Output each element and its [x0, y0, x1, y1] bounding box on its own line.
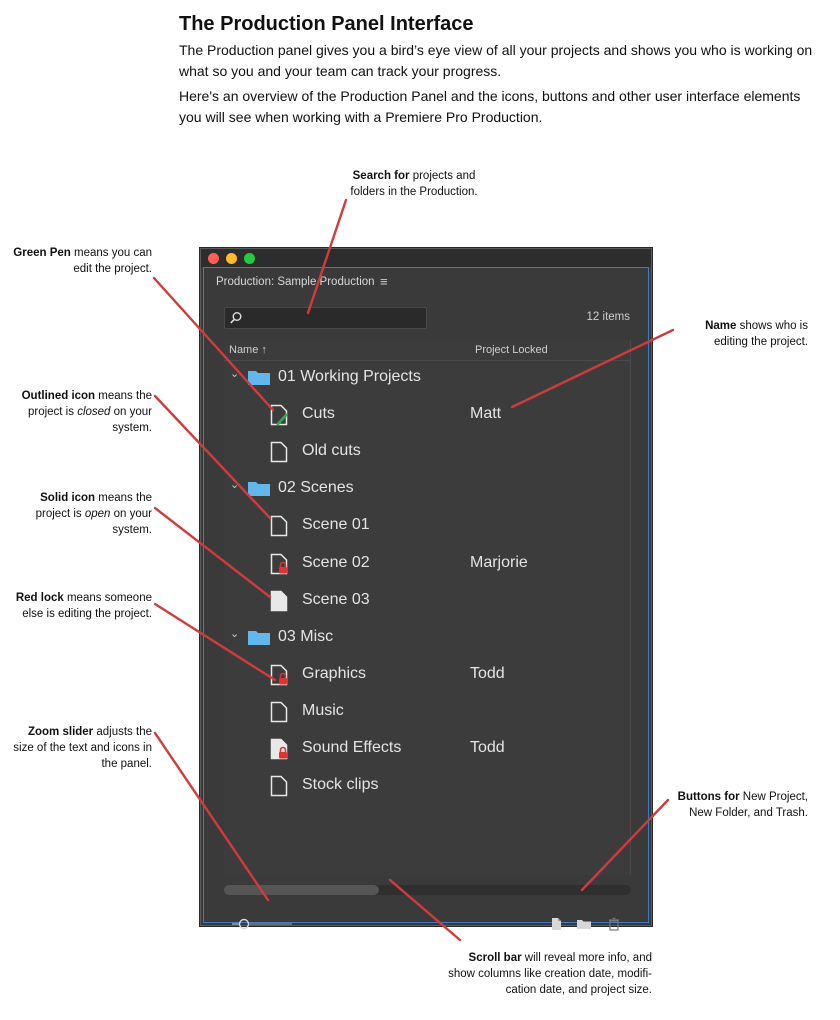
callout-buttons: Buttons for New Project, New Folder, and…: [677, 791, 808, 819]
overview-paragraph: Here's an overview of the Production Pan…: [179, 88, 801, 125]
window-titlebar: [201, 249, 651, 267]
new-folder-icon[interactable]: [576, 916, 592, 932]
outlined-locked-file-icon: [270, 664, 288, 686]
project-label: Old cuts: [302, 442, 361, 460]
production-panel-window: Production: Sample Production ≡ 12 items…: [200, 248, 652, 931]
scrollbar-thumb[interactable]: [224, 885, 379, 895]
panel-title: Production: Sample Production: [216, 276, 375, 288]
locked-by-name: Matt: [470, 405, 502, 423]
new-project-icon[interactable]: [548, 916, 564, 932]
callout-green-pen: Green Pen means you can edit the project…: [13, 247, 152, 275]
locked-by-name: Todd: [470, 664, 505, 682]
project-label: Music: [302, 701, 344, 719]
project-row[interactable]: Scene 02 Marjorie: [224, 545, 630, 582]
project-row[interactable]: Scene 01: [224, 507, 630, 544]
folder-icon: [248, 371, 270, 385]
production-panel: Production: Sample Production ≡ 12 items…: [203, 267, 649, 931]
locked-by-name: Todd: [470, 739, 505, 756]
green-pen-file-icon: [270, 404, 288, 426]
project-locked-column-header[interactable]: Project Locked: [475, 344, 548, 356]
disclosure-chevron-icon[interactable]: ⌄: [230, 627, 239, 640]
project-row[interactable]: Old cuts: [224, 433, 630, 470]
intro-paragraph: The Production panel gives you a bird’s …: [179, 42, 813, 79]
outlined-locked-file-icon: [270, 553, 288, 574]
zoom-slider[interactable]: [230, 917, 300, 931]
folder-row[interactable]: ⌄ 03 Misc: [224, 619, 630, 656]
project-label: Scene 02: [302, 553, 370, 571]
minimize-window-button[interactable]: [226, 253, 237, 264]
callout-scroll-bar: Scroll bar will reveal more info, and sh…: [448, 952, 652, 996]
callout-search: Search for projects and folders in the P…: [350, 170, 478, 198]
search-input[interactable]: [224, 307, 427, 329]
project-label: Graphics: [302, 664, 367, 682]
close-window-button[interactable]: [208, 253, 219, 264]
outlined-file-icon: [270, 516, 288, 537]
project-row[interactable]: Sound Effects Todd: [224, 730, 630, 767]
project-label: Sound Effects: [302, 739, 402, 756]
callout-name: Name shows who is editing the project.: [705, 320, 808, 348]
outlined-file-icon: [270, 701, 288, 723]
callout-zoom-slider: Zoom slider adjusts the size of the text…: [13, 726, 152, 770]
horizontal-scrollbar[interactable]: [224, 885, 631, 895]
project-list: Name ↑ Project Locked ⌄ 01 Working Projec…: [224, 340, 631, 875]
project-row[interactable]: Cuts Matt: [224, 396, 630, 433]
project-label: Scene 03: [302, 590, 370, 608]
folder-row[interactable]: ⌄ 02 Scenes: [224, 470, 630, 507]
search-icon: [230, 312, 242, 324]
project-row[interactable]: Graphics Todd: [224, 656, 630, 693]
solid-file-icon: [270, 590, 288, 611]
outlined-file-icon: [270, 775, 288, 797]
trash-icon[interactable]: [606, 916, 622, 932]
callout-solid-icon: Solid icon means the project is open on …: [35, 492, 152, 536]
callout-red-lock: Red lock means someone else is editing t…: [15, 592, 152, 620]
project-row[interactable]: Music: [224, 693, 630, 730]
disclosure-chevron-icon[interactable]: ⌄: [230, 367, 239, 380]
project-label: Scene 01: [302, 516, 370, 534]
item-count: 12 items: [586, 311, 630, 323]
outlined-file-icon: [270, 441, 288, 463]
page-title: The Production Panel Interface: [179, 13, 474, 35]
project-row[interactable]: Stock clips: [224, 767, 630, 804]
folder-label: 03 Misc: [278, 627, 334, 645]
folder-label: 01 Working Projects: [278, 368, 421, 385]
folder-icon: [248, 482, 270, 497]
solid-locked-file-icon: [270, 738, 288, 760]
project-row[interactable]: Scene 03: [224, 582, 630, 619]
disclosure-chevron-icon[interactable]: ⌄: [230, 478, 239, 491]
zoom-window-button[interactable]: [244, 253, 255, 264]
panel-menu-icon[interactable]: ≡: [380, 274, 388, 289]
folder-icon: [248, 630, 270, 645]
project-label: Stock clips: [302, 776, 379, 794]
folder-row[interactable]: ⌄ 01 Working Projects: [224, 359, 630, 396]
callout-outlined-icon: Outlined icon means the project is close…: [21, 390, 152, 434]
project-label: Cuts: [302, 405, 335, 423]
name-column-header[interactable]: Name ↑: [229, 344, 267, 356]
folder-label: 02 Scenes: [278, 479, 354, 497]
locked-by-name: Marjorie: [470, 553, 528, 571]
